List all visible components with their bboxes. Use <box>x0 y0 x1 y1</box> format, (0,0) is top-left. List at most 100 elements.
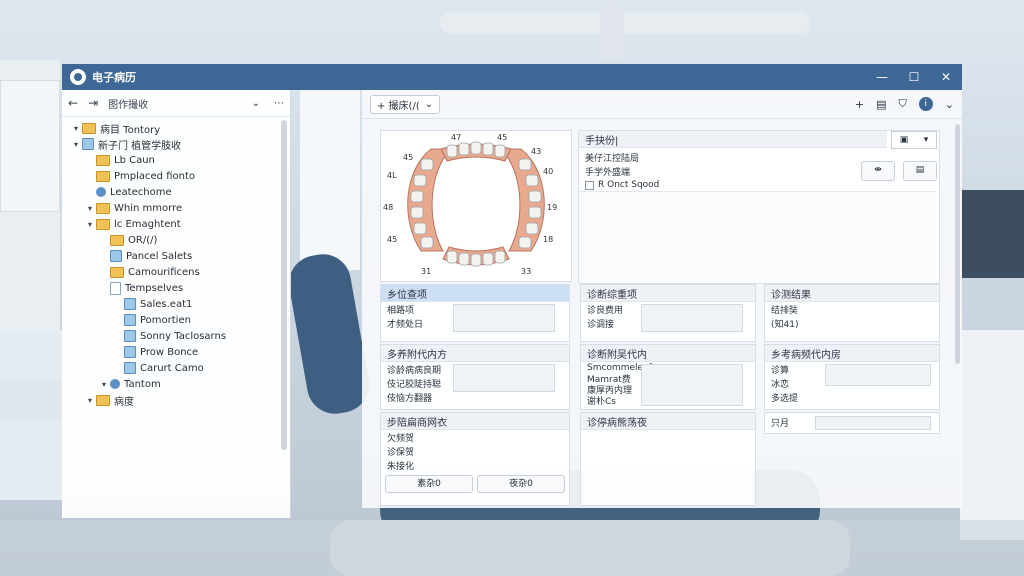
add-icon[interactable]: + <box>855 98 864 111</box>
clipboard-icon[interactable]: ▤ <box>903 161 937 181</box>
notes-panel: 手抉份| ▣ ▾ 美仔江控陆局 手学外盛端 R Onct Sqood ⇼ ▤ <box>578 130 940 284</box>
back-arrow-icon[interactable]: ← <box>68 96 78 110</box>
notes-dropdown[interactable]: ▣ ▾ <box>891 131 937 149</box>
close-button[interactable]: ✕ <box>930 70 962 84</box>
maximize-button[interactable]: ☐ <box>898 70 930 84</box>
chevron-down-icon: ⌄ <box>424 98 434 110</box>
panel-diagnosis-title: 诊断综重项 <box>581 285 755 302</box>
chevron-down-icon[interactable]: ⌄ <box>945 98 954 111</box>
tree-node[interactable]: Pomortien <box>62 312 278 328</box>
panel-row: 伎恼方翻器 <box>387 393 433 404</box>
record-scrollbar[interactable] <box>955 124 960 364</box>
tooth-number: 45 <box>403 153 414 162</box>
tooth-number: 40 <box>543 167 554 176</box>
folder-icon <box>96 202 110 214</box>
tree-node[interactable]: Sonny Taclosarns <box>62 328 278 344</box>
folder-icon <box>96 154 110 166</box>
diagnosis-chart-field[interactable] <box>641 304 743 332</box>
panel-row: 朱接化 <box>387 461 415 472</box>
tree-node[interactable]: ▾ lc Emaghtent <box>62 216 278 232</box>
tree-node-label: OR/(/) <box>128 234 158 246</box>
file-icon <box>124 362 136 374</box>
tree-node-label: Prow Bonce <box>140 346 199 358</box>
minimize-button[interactable]: — <box>866 70 898 84</box>
tooth-number: 18 <box>543 235 554 244</box>
tree-node[interactable]: Tempselves <box>62 280 278 296</box>
tree-node-label: Carurt Camo <box>140 362 204 374</box>
panel-notes: 诊停病熊荡夜 <box>580 412 756 506</box>
panel-plan: 乡考病频代内房 诊算 冰恋 多选提 <box>764 344 940 410</box>
file-icon <box>96 187 106 197</box>
tree-node[interactable]: Prow Bonce <box>62 344 278 360</box>
treatment-field[interactable] <box>453 364 555 392</box>
expand-toggle-icon[interactable]: ▾ <box>70 124 82 133</box>
notes-text-area[interactable] <box>579 191 937 282</box>
panel-plan-title: 乡考病频代内房 <box>765 345 939 362</box>
tree-node[interactable]: Pancel Salets <box>62 248 278 264</box>
diagnosis-detail-field[interactable] <box>641 364 743 406</box>
tree-node[interactable]: Camourificens <box>62 264 278 280</box>
view-select-button[interactable]: + 撮床(/( ⌄ <box>370 94 441 114</box>
expand-toggle-icon[interactable]: ▾ <box>70 140 82 149</box>
panel-row: (知41) <box>771 319 799 330</box>
tooth-number: 4L <box>387 171 397 180</box>
dental-chart[interactable]: 47 45 4L 48 45 40 19 18 31 33 45 43 <box>380 130 572 282</box>
tree-node-label: Pomortien <box>140 314 191 326</box>
tooth-number: 31 <box>421 267 432 276</box>
record-toolbar: + 撮床(/( ⌄ + ▤ ⛉ i ⌄ <box>362 90 962 119</box>
tree-node-label: Tantom <box>124 378 161 390</box>
tree-scrollbar[interactable] <box>281 120 287 450</box>
tree-node[interactable]: ▾ 病目 Tontory <box>62 120 278 136</box>
folder-icon <box>96 218 110 230</box>
month-field[interactable] <box>815 416 931 430</box>
tree-node[interactable]: ▾ Tantom <box>62 376 278 392</box>
history-button-2[interactable]: 夜杂0 <box>477 475 565 493</box>
expand-toggle-icon[interactable]: ▾ <box>84 220 96 229</box>
panel-diagnosis: 诊断综重项 诊良费用 诊调接 <box>580 284 756 342</box>
app-logo-icon <box>70 69 86 85</box>
history-button-1[interactable]: 素杂0 <box>385 475 473 493</box>
file-tree-pane: ← ⇥ 图作撮收 ⌄ ⋯ ▾ 病目 Tontory ▾ 新子门 植管学肢收 Lb Cau… <box>62 90 291 518</box>
checkbox[interactable] <box>585 180 594 190</box>
tree-node-label: Leatechome <box>110 186 172 198</box>
tree-node[interactable]: ▾ 新子门 植管学肢收 <box>62 136 278 152</box>
folder-icon <box>82 122 96 134</box>
tree-node[interactable]: Carurt Camo <box>62 360 278 376</box>
panel-notes-title: 诊停病熊荡夜 <box>581 413 755 430</box>
tooth-number: 43 <box>531 147 542 156</box>
panel-exam-title: 乡位查项 <box>381 285 569 302</box>
panel-row: 结排奘 <box>771 305 799 316</box>
expand-toggle-icon[interactable]: ▾ <box>98 380 110 389</box>
expand-toggle-icon[interactable]: ▾ <box>84 396 96 405</box>
info-icon[interactable]: i <box>918 97 933 111</box>
tree-node[interactable]: OR/(/) <box>62 232 278 248</box>
expand-toggle-icon[interactable]: ▾ <box>84 204 96 213</box>
exam-chart-field[interactable] <box>453 304 555 332</box>
tool-icon[interactable]: ⛉ <box>899 97 907 111</box>
folder-icon <box>110 266 124 278</box>
file-icon <box>124 298 136 310</box>
panel-treatment: 多养附代内方 诊龄病病良期 伎记胶陡持聪 伎恼方翻器 <box>380 344 570 410</box>
tree-node-label: lc Emaghtent <box>114 218 181 230</box>
grid-icon[interactable]: ▤ <box>876 98 886 111</box>
tree-node[interactable]: Leatechome <box>62 184 278 200</box>
more-options-icon[interactable]: ⋯ <box>274 98 284 109</box>
forward-icon[interactable]: ⇥ <box>88 96 98 110</box>
view-select-label: + 撮床(/( <box>377 100 420 112</box>
panel-row: 欠频贺 <box>387 433 415 444</box>
dropdown-arrow-icon: ▾ <box>923 135 929 145</box>
adjust-icon[interactable]: ⇼ <box>861 161 895 181</box>
tree-node-label: Pmplaced fionto <box>114 170 195 182</box>
window-title: 电子病历 <box>92 71 136 84</box>
tree-node[interactable]: Sales.eat1 <box>62 296 278 312</box>
panel-results: 诊测结果 结排奘 (知41) <box>764 284 940 342</box>
tree-node-label: 病目 Tontory <box>100 124 161 136</box>
tree-node[interactable]: Lb Caun <box>62 152 278 168</box>
tree-node[interactable]: ▾ Whin mmorre <box>62 200 278 216</box>
chevron-down-icon[interactable]: ⌄ <box>252 98 260 109</box>
tree-node-label: Pancel Salets <box>126 250 193 262</box>
plan-chart-field[interactable] <box>825 364 931 386</box>
tree-node-label: Sales.eat1 <box>140 298 193 310</box>
tree-node[interactable]: ▾ 病度 <box>62 392 278 408</box>
tree-node[interactable]: Pmplaced fionto <box>62 168 278 184</box>
